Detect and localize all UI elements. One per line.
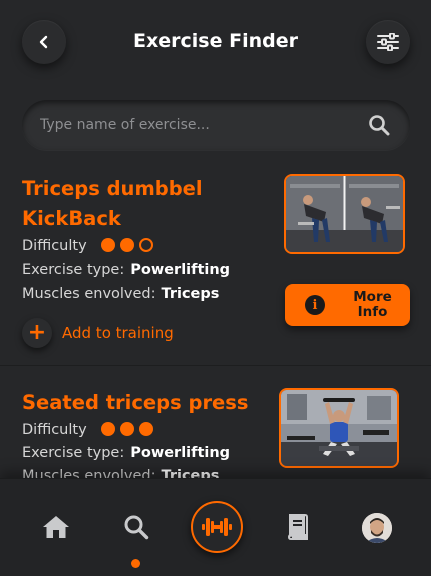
user-avatar-icon [362,513,392,543]
exercise-type-label: Exercise type: [22,445,125,461]
nav-library[interactable] [282,512,312,542]
more-info-label-line: More [353,289,392,305]
difficulty-row: Difficulty [22,422,154,438]
muscles-value: Triceps [161,286,220,302]
difficulty-dot-filled [120,422,135,436]
search-input[interactable] [40,112,360,138]
exercise-type-row: Exercise type: Powerlifting [22,445,230,461]
exercise-thumbnail[interactable] [279,388,399,468]
exercise-card[interactable]: Triceps dumbbel KickBack Difficulty Exer… [0,168,431,366]
exercise-type-value: Powerlifting [130,262,231,278]
exercise-title-line: KickBack [22,207,121,230]
nav-active-indicator [131,559,140,568]
exercise-title-line: Triceps dumbbel [22,177,203,200]
exercise-photo [286,176,403,252]
exercise-photo [281,390,397,466]
add-to-training[interactable]: + Add to training [22,318,174,348]
search-bar [22,100,410,150]
difficulty-label: Difficulty [22,238,87,254]
book-icon [287,514,308,540]
plus-icon[interactable]: + [22,318,52,348]
exercise-title[interactable]: Triceps dumbbel KickBack [22,174,272,234]
exercise-type-label: Exercise type: [22,262,125,278]
difficulty-dot-filled [101,238,116,252]
more-info-label-line: Info [357,304,388,320]
header: Exercise Finder [0,0,431,92]
nav-search[interactable] [121,512,151,542]
search-icon[interactable] [368,114,390,136]
bottom-nav [0,478,431,576]
nav-workouts[interactable] [191,501,243,553]
exercise-card[interactable]: Seated triceps press Difficulty Exercise… [0,378,431,488]
difficulty-dot-empty [139,238,154,252]
add-to-training-label[interactable]: Add to training [62,324,174,342]
difficulty-dot-filled [139,422,154,436]
muscles-row: Muscles envolved: Triceps [22,286,219,302]
more-info-button[interactable]: i More Info [285,284,410,326]
exercise-title[interactable]: Seated triceps press [22,388,282,418]
info-icon: i [305,295,325,315]
dumbbell-icon [202,518,232,536]
difficulty-rating [101,422,154,436]
search-icon [124,515,149,540]
exercise-type-row: Exercise type: Powerlifting [22,262,230,278]
nav-home[interactable] [41,512,71,542]
difficulty-label: Difficulty [22,422,87,438]
exercise-thumbnail[interactable] [284,174,405,254]
difficulty-dot-filled [101,422,116,436]
home-icon [43,516,69,538]
filter-button[interactable] [366,20,410,64]
exercise-title-line: Seated triceps press [22,391,249,414]
more-info-label: More Info [345,290,400,320]
muscles-label: Muscles envolved: [22,286,156,302]
difficulty-rating [101,238,154,252]
difficulty-dot-filled [120,238,135,252]
avatar[interactable] [362,513,392,543]
sliders-icon [377,33,399,51]
exercise-type-value: Powerlifting [130,445,231,461]
difficulty-row: Difficulty [22,238,154,254]
